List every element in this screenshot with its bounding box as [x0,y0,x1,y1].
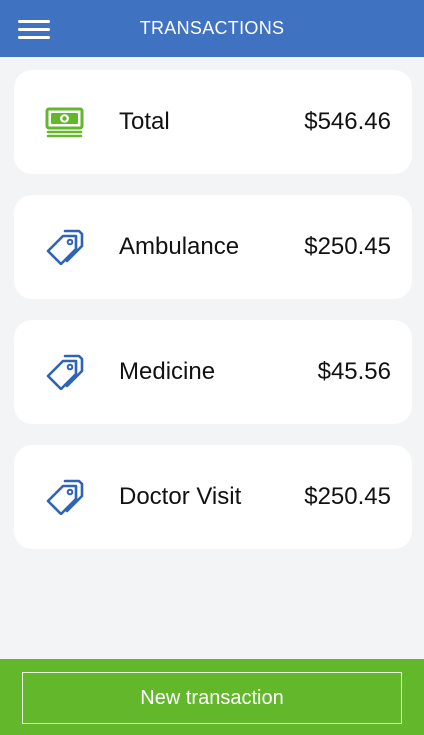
tag-icon [45,354,85,391]
transaction-list: Total $546.46 Ambulance $250.45 Medicine… [14,70,412,570]
total-card[interactable]: Total $546.46 [14,70,412,174]
total-label: Total [119,108,170,135]
app-header: TRANSACTIONS [0,0,424,57]
tag-icon [45,479,85,516]
transaction-label: Doctor Visit [119,483,242,510]
new-transaction-button[interactable]: New transaction [22,672,402,724]
transaction-card-medicine[interactable]: Medicine $45.56 [14,320,412,424]
transaction-label: Ambulance [119,233,240,260]
transaction-card-doctor-visit[interactable]: Doctor Visit $250.45 [14,445,412,549]
footer-bar: New transaction [0,659,424,735]
transaction-card-ambulance[interactable]: Ambulance $250.45 [14,195,412,299]
tag-icon [45,229,85,266]
transaction-amount: $250.45 [304,483,391,510]
page-title: TRANSACTIONS [139,18,285,38]
hamburger-menu-icon[interactable] [18,20,50,40]
transaction-amount: $250.45 [304,233,391,260]
transaction-amount: $45.56 [317,358,391,385]
money-icon [45,104,85,140]
transaction-label: Medicine [119,358,216,385]
total-amount: $546.46 [304,108,391,135]
